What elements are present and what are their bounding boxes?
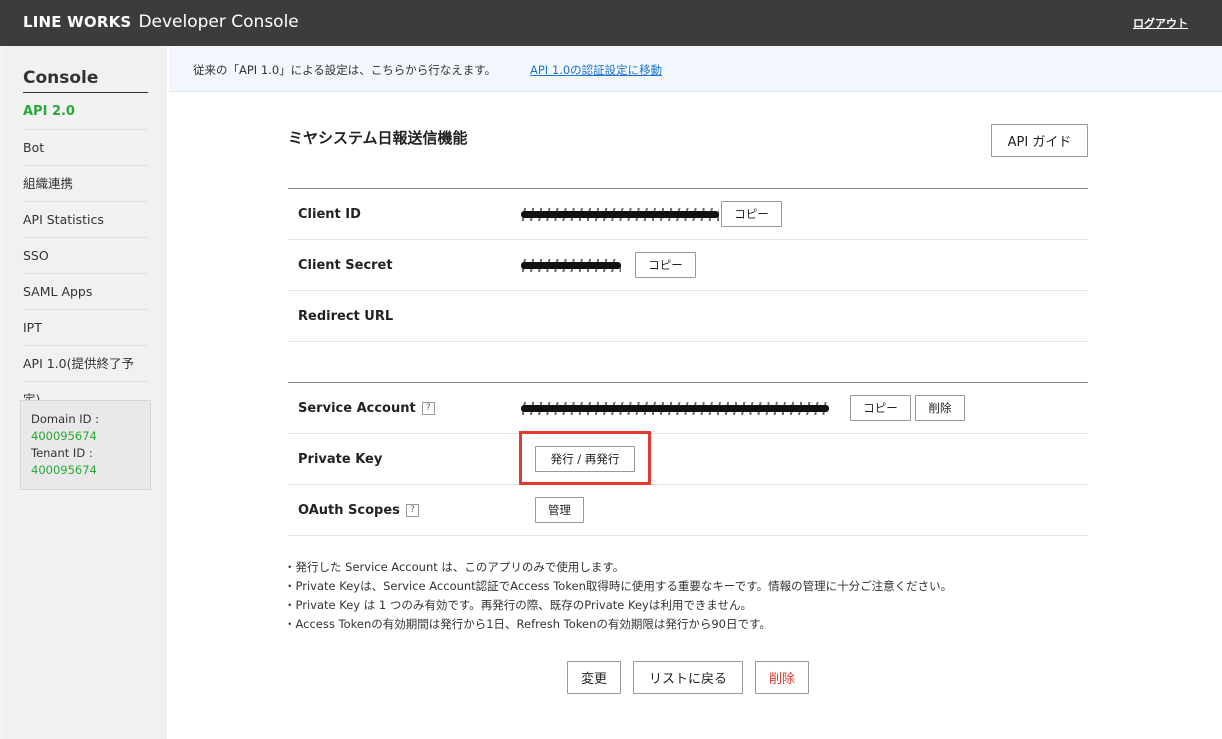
service-account-label: Service Account bbox=[298, 401, 416, 416]
service-account-section: Service Account ? コピー 削除 Private Key 発行 … bbox=[288, 382, 1088, 536]
oauth-scopes-label-group: OAuth Scopes ? bbox=[298, 503, 419, 518]
sidebar-item-api-2-0[interactable]: API 2.0 bbox=[23, 94, 148, 130]
sidebar-item-org-link[interactable]: 組織連携 bbox=[23, 166, 148, 202]
service-account-value-masked bbox=[521, 402, 829, 415]
sidebar-item-sso[interactable]: SSO bbox=[23, 238, 148, 274]
api-guide-button[interactable]: API ガイド bbox=[991, 124, 1088, 157]
help-icon[interactable]: ? bbox=[421, 402, 435, 415]
note-item: ・Private Key は 1 つのみ有効です。再発行の際、既存のPrivat… bbox=[284, 598, 752, 612]
top-bar: LINE WORKS Developer Console ログアウト bbox=[0, 0, 1222, 46]
note-item: ・発行した Service Account は、このアプリのみで使用します。 bbox=[284, 560, 625, 574]
sidebar-item-ipt[interactable]: IPT bbox=[23, 310, 148, 346]
client-id-value-masked bbox=[521, 208, 719, 221]
client-credentials-section: Client ID コピー Client Secret コピー Redirect… bbox=[288, 188, 1088, 342]
change-button[interactable]: 変更 bbox=[567, 661, 621, 694]
sidebar-item-bot[interactable]: Bot bbox=[23, 130, 148, 166]
tenant-id-value: 400095674 bbox=[31, 463, 97, 477]
delete-service-account-button[interactable]: 削除 bbox=[915, 395, 965, 421]
sidebar: Console API 2.0 Bot 組織連携 API Statistics … bbox=[4, 46, 167, 739]
notice-bar: 従来の「API 1.0」による設定は、こちらから行なえます。 API 1.0の認… bbox=[169, 46, 1222, 92]
brand-logo[interactable]: LINE WORKS Developer Console bbox=[23, 12, 299, 32]
delete-app-button[interactable]: 削除 bbox=[755, 661, 809, 694]
back-to-list-button[interactable]: リストに戻る bbox=[633, 661, 743, 694]
tenant-id-label: Tenant ID : bbox=[31, 446, 93, 460]
sidebar-title: Console bbox=[23, 68, 148, 93]
highlight-box bbox=[519, 431, 651, 485]
app-title: ミヤシステム日報送信機能 bbox=[288, 129, 468, 147]
redirect-url-row: Redirect URL bbox=[288, 291, 1088, 342]
sidebar-nav: API 2.0 Bot 組織連携 API Statistics SSO SAML… bbox=[23, 94, 148, 407]
copy-service-account-button[interactable]: コピー bbox=[850, 395, 911, 421]
sidebar-item-api-statistics[interactable]: API Statistics bbox=[23, 202, 148, 238]
oauth-scopes-label: OAuth Scopes bbox=[298, 503, 400, 518]
copy-client-secret-button[interactable]: コピー bbox=[635, 252, 696, 278]
manage-scopes-button[interactable]: 管理 bbox=[535, 497, 584, 523]
redirect-url-label: Redirect URL bbox=[298, 309, 394, 324]
help-icon[interactable]: ? bbox=[405, 504, 419, 517]
sidebar-item-saml-apps[interactable]: SAML Apps bbox=[23, 274, 148, 310]
sidebar-item-api-1-0[interactable]: API 1.0(提供終了予定) bbox=[23, 346, 148, 407]
note-item: ・Private Keyは、Service Account認証でAccess T… bbox=[284, 579, 953, 593]
client-id-label: Client ID bbox=[298, 207, 361, 222]
note-item: ・Access Tokenの有効期間は発行から1日、Refresh Tokenの… bbox=[284, 617, 771, 631]
notes-list: ・発行した Service Account は、このアプリのみで使用します。 ・… bbox=[284, 558, 952, 634]
service-account-label-group: Service Account ? bbox=[298, 401, 435, 416]
client-id-row: Client ID コピー bbox=[288, 189, 1088, 240]
notice-text: 従来の「API 1.0」による設定は、こちらから行なえます。 bbox=[193, 63, 497, 77]
client-secret-label: Client Secret bbox=[298, 258, 393, 273]
id-info-box: Domain ID : 400095674 Tenant ID : 400095… bbox=[20, 400, 151, 490]
service-account-row: Service Account ? コピー 削除 bbox=[288, 383, 1088, 434]
brand-subtitle: Developer Console bbox=[138, 12, 299, 32]
main-content: 従来の「API 1.0」による設定は、こちらから行なえます。 API 1.0の認… bbox=[167, 46, 1222, 739]
client-secret-row: Client Secret コピー bbox=[288, 240, 1088, 291]
client-secret-value-masked bbox=[521, 259, 621, 272]
domain-id-value: 400095674 bbox=[31, 429, 97, 443]
api-1-0-settings-link[interactable]: API 1.0の認証設定に移動 bbox=[530, 62, 662, 78]
copy-client-id-button[interactable]: コピー bbox=[721, 201, 782, 227]
oauth-scopes-row: OAuth Scopes ? 管理 bbox=[288, 485, 1088, 536]
logout-link[interactable]: ログアウト bbox=[1133, 15, 1188, 31]
domain-id-label: Domain ID : bbox=[31, 412, 100, 426]
private-key-row: Private Key 発行 / 再発行 bbox=[288, 434, 1088, 485]
private-key-label: Private Key bbox=[298, 452, 383, 467]
brand-name: LINE WORKS bbox=[23, 13, 132, 31]
